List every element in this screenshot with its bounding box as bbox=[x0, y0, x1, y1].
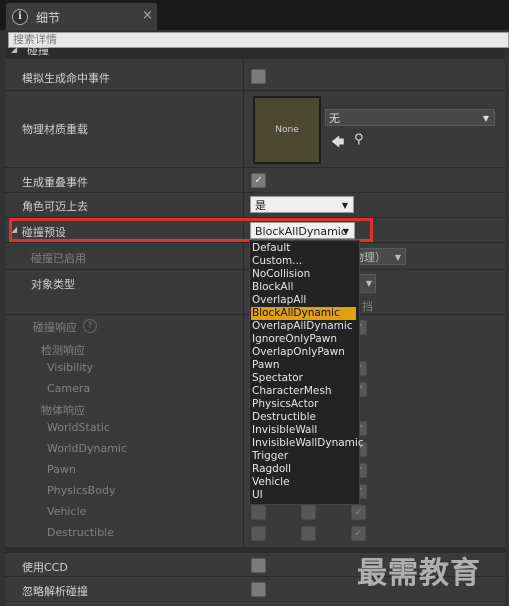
visibility-label: Visibility bbox=[47, 361, 94, 374]
dropdown-option[interactable]: BlockAllDynamic bbox=[251, 307, 356, 320]
world-dynamic-label: WorldDynamic bbox=[47, 442, 128, 455]
dropdown-option[interactable]: InvisibleWall bbox=[251, 424, 356, 437]
camera-label: Camera bbox=[47, 382, 91, 395]
chevron-down-icon: ▼ bbox=[394, 253, 401, 262]
gen-overlap-checkbox[interactable]: ✓ bbox=[251, 173, 266, 188]
destructible-ignore-checkbox[interactable] bbox=[251, 526, 266, 541]
tab-title: 细节 bbox=[36, 11, 61, 25]
info-icon: i bbox=[12, 9, 28, 25]
collapse-icon[interactable]: ◢ bbox=[11, 45, 17, 54]
dropdown-option[interactable]: Default bbox=[251, 242, 356, 255]
gen-overlap-label: 生成重叠事件 bbox=[22, 176, 88, 189]
block-column-header: 挡 bbox=[362, 300, 373, 313]
highlight-box bbox=[9, 218, 373, 242]
object-response-label: 物体响应 bbox=[41, 404, 85, 417]
collision-preset-dropdown[interactable]: Default Custom... NoCollision BlockAll Overl… bbox=[249, 240, 364, 505]
vehicle-label: Vehicle bbox=[47, 505, 87, 518]
world-static-label: WorldStatic bbox=[47, 421, 110, 434]
vehicle-ignore-checkbox[interactable] bbox=[251, 505, 266, 520]
pawn-label: Pawn bbox=[47, 463, 76, 476]
collision-response-label: 碰撞响应 bbox=[33, 321, 77, 334]
dropdown-option[interactable]: IgnoreOnlyPawn bbox=[251, 333, 356, 346]
simulate-hit-checkbox[interactable] bbox=[251, 69, 266, 84]
object-type-label: 对象类型 bbox=[31, 278, 75, 291]
vehicle-overlap-checkbox[interactable] bbox=[301, 505, 316, 520]
chevron-down-icon: ▼ bbox=[341, 201, 348, 210]
destructible-block-checkbox[interactable]: ✓ bbox=[351, 526, 366, 541]
search-input[interactable]: 搜索详情 bbox=[8, 32, 509, 48]
phys-material-label: 物理材质重载 bbox=[22, 123, 88, 136]
dropdown-option[interactable]: NoCollision bbox=[251, 268, 356, 281]
can-step-up-value: 是 bbox=[255, 199, 266, 212]
dropdown-option[interactable]: Trigger bbox=[251, 450, 356, 463]
ignore-analytic-label: 忽略解析碰撞 bbox=[22, 585, 88, 598]
material-thumbnail[interactable]: None bbox=[253, 96, 321, 164]
material-value: 无 bbox=[329, 112, 340, 125]
dropdown-option[interactable]: Ragdoll bbox=[251, 463, 356, 476]
chevron-down-icon: ▼ bbox=[482, 114, 489, 123]
dropdown-option[interactable]: Pawn bbox=[251, 359, 356, 372]
destructible-overlap-checkbox[interactable] bbox=[301, 526, 316, 541]
category-label: 碰撞 bbox=[27, 44, 49, 57]
close-icon[interactable]: × bbox=[142, 8, 153, 23]
dropdown-option[interactable]: InvisibleWallDynamic bbox=[251, 437, 364, 450]
vehicle-block-checkbox[interactable]: ✓ bbox=[351, 505, 366, 520]
physics-body-label: PhysicsBody bbox=[47, 484, 116, 497]
tab-details[interactable]: i 细节 × bbox=[6, 3, 157, 30]
dropdown-option[interactable]: UI bbox=[251, 489, 356, 502]
dropdown-option[interactable]: PhysicsActor bbox=[251, 398, 356, 411]
dropdown-option[interactable]: OverlapAll bbox=[251, 294, 356, 307]
dropdown-option[interactable]: OverlapOnlyPawn bbox=[251, 346, 356, 359]
dropdown-option[interactable]: Spectator bbox=[251, 372, 356, 385]
can-step-up-combo[interactable]: 是 ▼ bbox=[250, 196, 354, 213]
category-header[interactable]: ◢ 碰撞 bbox=[5, 44, 505, 59]
find-in-browser-icon[interactable]: ⚲ bbox=[354, 132, 364, 147]
use-ccd-label: 使用CCD bbox=[22, 561, 68, 574]
dropdown-option[interactable]: Custom... bbox=[251, 255, 356, 268]
dropdown-option[interactable]: BlockAll bbox=[251, 281, 356, 294]
material-combo[interactable]: 无 ▼ bbox=[325, 109, 495, 126]
use-ccd-checkbox[interactable] bbox=[251, 558, 266, 573]
dropdown-option[interactable]: CharacterMesh bbox=[251, 385, 356, 398]
simulate-hit-label: 模拟生成命中事件 bbox=[22, 72, 110, 85]
ignore-analytic-checkbox[interactable] bbox=[251, 582, 266, 597]
dropdown-option[interactable]: Vehicle bbox=[251, 476, 356, 489]
dropdown-option[interactable]: Destructible bbox=[251, 411, 356, 424]
chevron-down-icon: ▼ bbox=[365, 279, 372, 288]
trace-response-label: 检测响应 bbox=[41, 344, 85, 357]
can-step-up-label: 角色可迈上去 bbox=[22, 200, 88, 213]
collision-enabled-label: 碰撞已启用 bbox=[31, 252, 86, 265]
watermark: 最需教育 bbox=[357, 556, 481, 591]
help-icon[interactable]: ? bbox=[83, 319, 97, 333]
use-selected-arrow-icon[interactable]: 🡄 bbox=[331, 133, 344, 155]
dropdown-option[interactable]: OverlapAllDynamic bbox=[251, 320, 356, 333]
destructible-label: Destructible bbox=[47, 526, 114, 539]
